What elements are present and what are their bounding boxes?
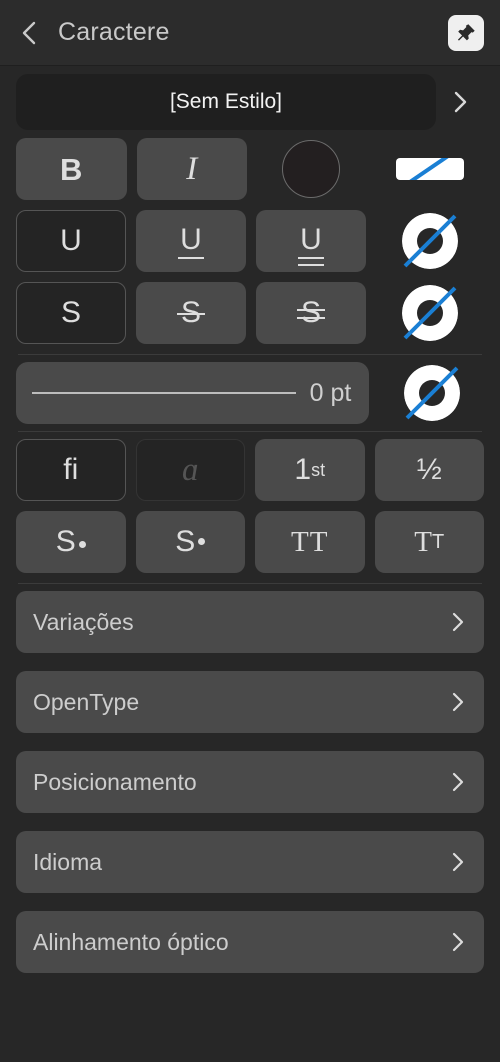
script-position-row: S S TT TT bbox=[0, 511, 500, 573]
text-color-swatch[interactable] bbox=[257, 138, 366, 200]
back-button[interactable] bbox=[14, 18, 44, 48]
positioning-label: Posicionamento bbox=[33, 768, 197, 795]
bold-button[interactable]: B bbox=[16, 138, 127, 200]
optical-alignment-label: Alinhamento óptico bbox=[33, 928, 229, 955]
paint-ring-icon bbox=[403, 365, 460, 421]
ligature-row: fi ɑ 1st ½ bbox=[0, 439, 500, 501]
divider-2 bbox=[18, 431, 482, 432]
pushpin-icon bbox=[457, 23, 475, 41]
fractions-glyph: ½ bbox=[416, 453, 442, 486]
page-title: Caractere bbox=[58, 18, 170, 46]
divider-3 bbox=[18, 583, 482, 584]
strikethrough-double-glyph-wrap: S bbox=[296, 296, 325, 329]
style-selector-expand-button[interactable] bbox=[436, 88, 484, 116]
style-selector-label: [Sem Estilo] bbox=[169, 90, 283, 113]
language-row[interactable]: Idioma bbox=[16, 831, 484, 893]
underline-double-glyph: U bbox=[300, 223, 322, 256]
superscript-glyph: S bbox=[55, 525, 76, 558]
subscript-button[interactable]: S bbox=[135, 511, 245, 573]
ligatures-glyph: fi bbox=[63, 453, 79, 486]
style-selector-row: [Sem Estilo] bbox=[0, 66, 500, 138]
underline-single-button[interactable]: U bbox=[136, 210, 246, 272]
stroke-color-button[interactable] bbox=[379, 362, 484, 424]
opentype-label: OpenType bbox=[33, 688, 140, 715]
small-caps-secondary-glyph: T bbox=[432, 530, 445, 553]
paint-ring-icon bbox=[402, 285, 458, 341]
stroke-width-value: 0 pt bbox=[309, 378, 352, 407]
weight-style-row: B I bbox=[0, 138, 500, 200]
underline-bar-1 bbox=[178, 257, 204, 259]
ordinals-suffix: st bbox=[311, 460, 326, 480]
variations-row[interactable]: Variações bbox=[16, 591, 484, 653]
subscript-glyph: S bbox=[175, 525, 196, 558]
underline-none-glyph: U bbox=[60, 224, 82, 257]
divider-1 bbox=[18, 354, 482, 355]
opentype-row[interactable]: OpenType bbox=[16, 671, 484, 733]
small-caps-glyph: T bbox=[414, 525, 432, 558]
strikethrough-double-button[interactable]: S bbox=[256, 282, 366, 344]
variations-label: Variações bbox=[33, 608, 134, 635]
underline-row: U U U bbox=[0, 210, 500, 272]
stroke-preview-line bbox=[32, 392, 296, 394]
swash-alternates-button[interactable]: ɑ bbox=[135, 439, 245, 501]
bold-glyph: B bbox=[60, 151, 83, 187]
underline-none-button[interactable]: U bbox=[16, 210, 126, 272]
optical-alignment-row[interactable]: Alinhamento óptico bbox=[16, 911, 484, 973]
italic-glyph: I bbox=[186, 150, 198, 187]
paint-bar-icon bbox=[395, 158, 464, 180]
strikethrough-color-button[interactable] bbox=[376, 282, 484, 344]
all-caps-button[interactable]: TT bbox=[255, 511, 365, 573]
pin-panel-button[interactable] bbox=[448, 14, 484, 51]
underline-single-glyph: U bbox=[180, 223, 202, 256]
underline-bar-1 bbox=[298, 257, 324, 259]
small-caps-button[interactable]: TT bbox=[374, 511, 484, 573]
strikethrough-single-button[interactable]: S bbox=[136, 282, 246, 344]
stroke-width-row: 0 pt bbox=[0, 362, 500, 424]
underline-double-button[interactable]: U bbox=[256, 210, 366, 272]
panel-header: Caractere bbox=[0, 0, 500, 66]
superscript-button[interactable]: S bbox=[16, 511, 126, 573]
strikethrough-row: S S S bbox=[0, 282, 500, 344]
chevron-right-icon bbox=[452, 772, 464, 792]
underline-bar-2 bbox=[298, 264, 324, 266]
strikethrough-none-button[interactable]: S bbox=[16, 282, 126, 344]
paint-ring-icon bbox=[402, 213, 458, 269]
underline-double-glyph-wrap: U bbox=[298, 223, 324, 266]
strike-bar-2 bbox=[296, 317, 325, 319]
italic-button[interactable]: I bbox=[136, 138, 247, 200]
strikethrough-double-glyph: S bbox=[300, 296, 321, 329]
underline-single-glyph-wrap: U bbox=[178, 223, 204, 259]
chevron-right-icon bbox=[452, 852, 464, 872]
chevron-right-icon bbox=[452, 692, 464, 712]
strikethrough-none-glyph: S bbox=[60, 296, 81, 329]
superscript-dot-icon bbox=[78, 540, 86, 548]
underline-color-button[interactable] bbox=[376, 210, 484, 272]
strike-bar-1 bbox=[176, 313, 205, 315]
character-panel-body: [Sem Estilo] B I U U U S S S 0 pt fi ɑ 1… bbox=[0, 66, 500, 973]
chevron-right-icon bbox=[454, 91, 467, 113]
chevron-left-icon bbox=[22, 21, 36, 44]
style-selector-button[interactable]: [Sem Estilo] bbox=[16, 74, 436, 130]
all-caps-glyph: TT bbox=[291, 525, 329, 558]
swash-alternates-glyph: ɑ bbox=[182, 451, 199, 488]
ordinals-button[interactable]: 1st bbox=[255, 439, 365, 501]
chevron-right-icon bbox=[452, 612, 464, 632]
ligatures-button[interactable]: fi bbox=[16, 439, 126, 501]
text-fill-style-button[interactable] bbox=[376, 138, 485, 200]
subscript-dot-icon bbox=[198, 537, 206, 545]
fractions-button[interactable]: ½ bbox=[374, 439, 484, 501]
color-circle-icon bbox=[282, 140, 341, 198]
language-label: Idioma bbox=[33, 848, 103, 875]
ordinals-glyph: 1 bbox=[294, 453, 312, 486]
stroke-width-field[interactable]: 0 pt bbox=[16, 362, 370, 424]
strike-bar-1 bbox=[296, 309, 325, 311]
positioning-row[interactable]: Posicionamento bbox=[16, 751, 484, 813]
strikethrough-single-glyph-wrap: S bbox=[176, 298, 205, 328]
chevron-right-icon bbox=[452, 932, 464, 952]
